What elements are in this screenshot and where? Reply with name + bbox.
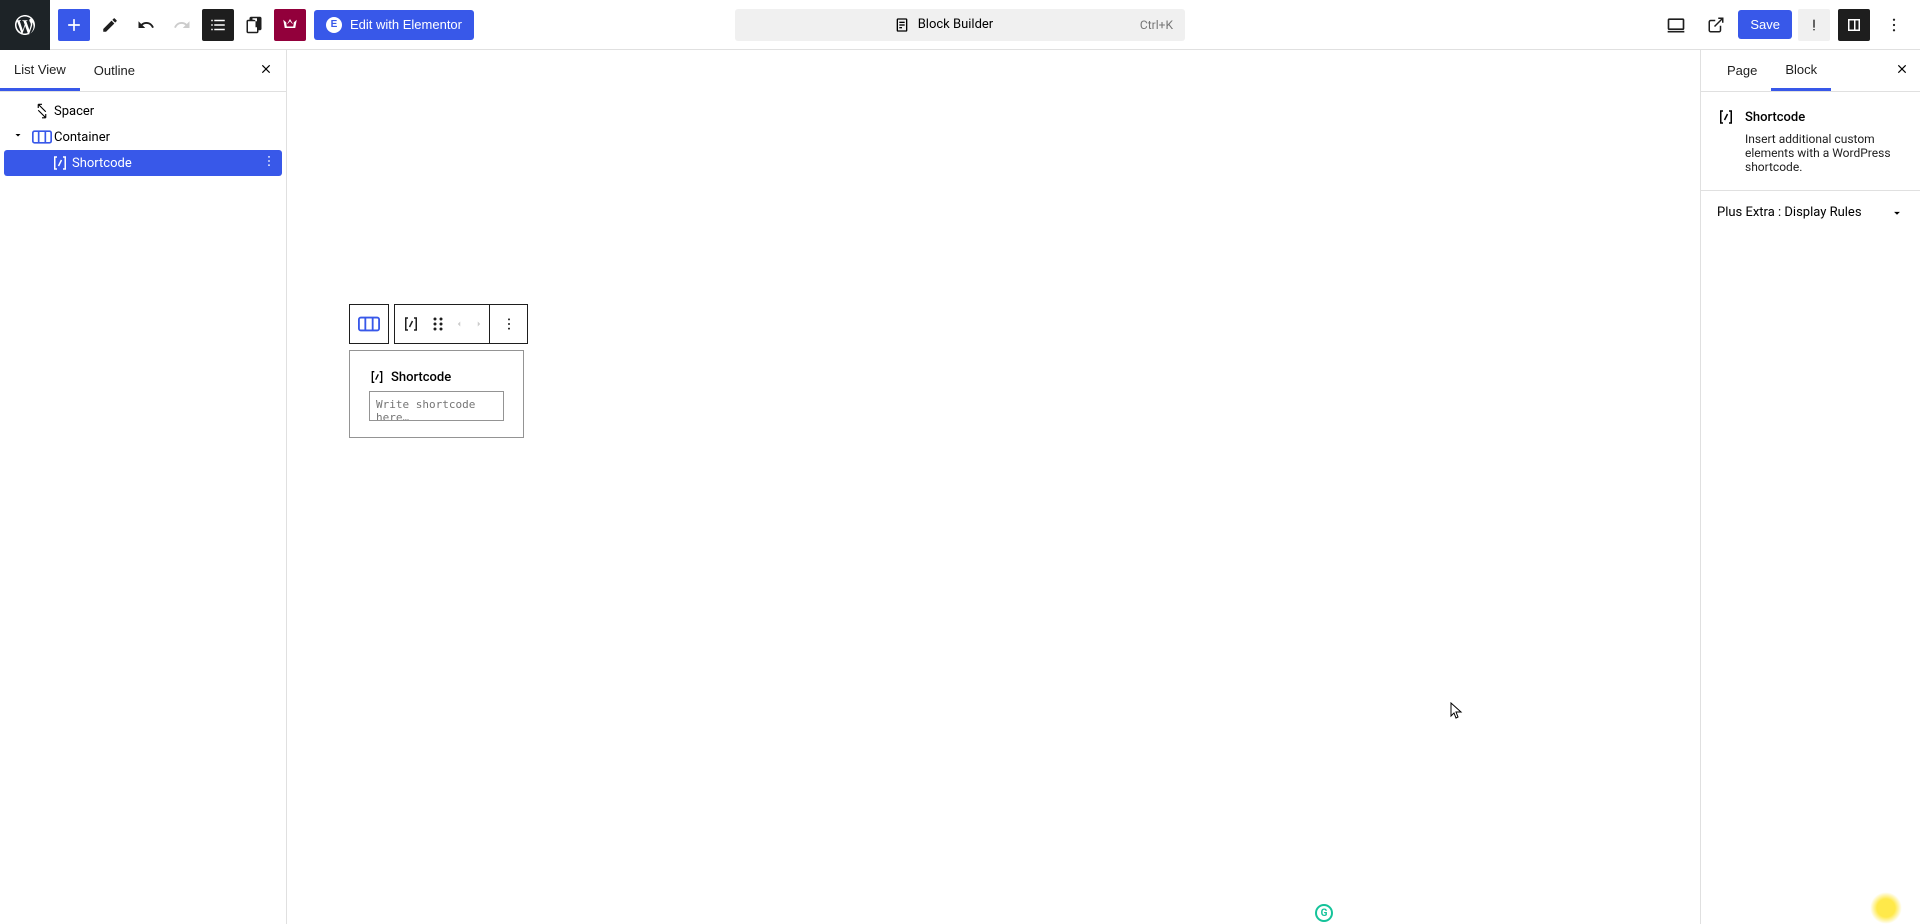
block-toolbar (349, 304, 528, 344)
undo-button[interactable] (130, 9, 162, 41)
more-vertical-icon (501, 316, 517, 332)
close-icon (1895, 62, 1909, 76)
options-button[interactable] (1878, 9, 1910, 41)
shortcode-icon (48, 154, 72, 172)
tree-item-label: Shortcode (72, 156, 132, 171)
wordpress-icon (13, 13, 37, 37)
chevron-down-icon (1890, 206, 1904, 220)
shortcut-hint: Ctrl+K (1140, 18, 1173, 32)
block-info: Shortcode Insert additional custom eleme… (1701, 92, 1920, 191)
drag-handle[interactable] (427, 305, 449, 343)
save-button[interactable]: Save (1738, 10, 1792, 39)
external-link-icon (1707, 16, 1725, 34)
crown-icon (281, 16, 299, 34)
top-toolbar: E Edit with Elementor Block Builder Ctrl… (0, 0, 1920, 50)
block-tree: Spacer Container Shortcode (0, 92, 286, 182)
cursor-indicator (1450, 702, 1464, 724)
block-description: Insert additional custom elements with a… (1745, 132, 1904, 174)
plus-icon (64, 15, 84, 35)
info-button[interactable] (1798, 9, 1830, 41)
pencil-icon (101, 16, 119, 34)
shortcode-icon (402, 315, 420, 333)
move-right-button (469, 305, 489, 343)
move-left-button (449, 305, 469, 343)
redo-button[interactable] (166, 9, 198, 41)
info-icon (1806, 17, 1822, 33)
undo-icon (137, 16, 155, 34)
spacer-icon (30, 102, 54, 120)
document-title-search[interactable]: Block Builder Ctrl+K (735, 9, 1185, 41)
external-link-button[interactable] (1700, 9, 1732, 41)
tab-block[interactable]: Block (1771, 50, 1831, 91)
highlight-indicator (1870, 892, 1902, 924)
view-button[interactable] (1660, 9, 1692, 41)
tree-item-spacer[interactable]: Spacer (4, 98, 282, 124)
chevron-right-icon (474, 317, 484, 331)
shortcode-block[interactable]: Shortcode Write shortcode here… (349, 350, 524, 438)
tree-item-label: Spacer (54, 104, 94, 119)
tree-item-container[interactable]: Container (4, 124, 282, 150)
clipboard-button[interactable] (238, 9, 270, 41)
tab-outline[interactable]: Outline (80, 50, 149, 91)
shortcode-block-label: Shortcode (369, 369, 504, 385)
drag-icon (432, 316, 444, 332)
plugin-button[interactable] (274, 9, 306, 41)
shortcode-input[interactable]: Write shortcode here… (369, 391, 504, 421)
tools-button[interactable] (94, 9, 126, 41)
tab-page[interactable]: Page (1713, 50, 1771, 91)
chevron-down-icon[interactable] (12, 129, 26, 145)
add-block-button[interactable] (58, 9, 90, 41)
right-panel-tabs: Page Block (1701, 50, 1920, 92)
editor-canvas[interactable]: Shortcode Write shortcode here… (287, 50, 1700, 924)
list-view-toggle-button[interactable] (202, 9, 234, 41)
document-title: Block Builder (918, 17, 994, 32)
tab-list-view[interactable]: List View (0, 50, 80, 91)
parent-block-button[interactable] (350, 305, 388, 343)
chevron-left-icon (454, 317, 464, 331)
elementor-icon: E (326, 17, 342, 33)
shortcode-icon (369, 369, 385, 385)
left-panel: List View Outline Spacer Container (0, 50, 287, 924)
container-icon (30, 130, 54, 144)
left-panel-tabs: List View Outline (0, 50, 286, 92)
tree-item-label: Container (54, 130, 110, 145)
container-icon (358, 316, 380, 332)
more-vertical-icon (1885, 16, 1903, 34)
clipboard-icon (245, 16, 263, 34)
block-options-button[interactable] (489, 305, 527, 343)
accordion-label: Plus Extra : Display Rules (1717, 205, 1862, 220)
tree-item-more-button[interactable] (262, 154, 276, 172)
tree-item-shortcode[interactable]: Shortcode (4, 150, 282, 176)
sidebar-icon (1845, 16, 1863, 34)
device-icon (1666, 15, 1686, 35)
close-left-panel-button[interactable] (250, 55, 282, 87)
block-name: Shortcode (1745, 110, 1805, 125)
display-rules-accordion[interactable]: Plus Extra : Display Rules (1701, 191, 1920, 234)
wordpress-logo-button[interactable] (0, 0, 50, 50)
grammarly-badge[interactable]: G (1315, 904, 1333, 922)
block-type-button[interactable] (395, 305, 427, 343)
shortcode-icon (1717, 108, 1735, 126)
edit-elementor-label: Edit with Elementor (350, 17, 462, 32)
settings-panel-toggle[interactable] (1838, 9, 1870, 41)
close-right-panel-button[interactable] (1886, 55, 1918, 87)
list-view-icon (209, 16, 227, 34)
right-panel: Page Block Shortcode Insert additional c… (1700, 50, 1920, 924)
redo-icon (173, 16, 191, 34)
edit-elementor-button[interactable]: E Edit with Elementor (314, 10, 474, 40)
page-icon (894, 17, 910, 33)
more-vertical-icon (262, 154, 276, 168)
close-icon (259, 62, 273, 76)
